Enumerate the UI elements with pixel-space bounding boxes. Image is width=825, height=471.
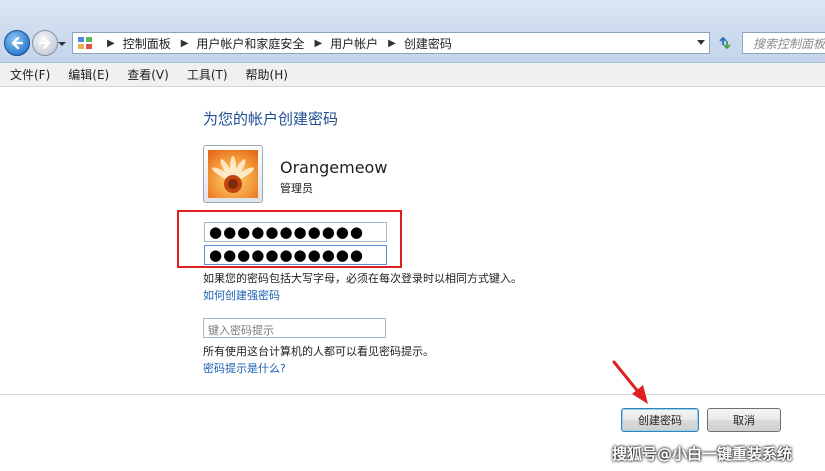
breadcrumb-separator[interactable]: ▶: [306, 38, 328, 49]
breadcrumb-separator[interactable]: ▶: [380, 38, 402, 49]
breadcrumb-user-accounts[interactable]: 用户帐户: [328, 35, 380, 52]
back-button[interactable]: [4, 30, 30, 56]
menu-edit[interactable]: 编辑(E): [58, 66, 117, 83]
breadcrumb-separator[interactable]: ▶: [173, 38, 195, 49]
divider: [0, 394, 825, 395]
search-input[interactable]: 搜索控制面板: [742, 32, 825, 54]
menu-bar: 文件(F) 编辑(E) 查看(V) 工具(T) 帮助(H): [0, 63, 825, 87]
control-panel-icon: [78, 37, 92, 49]
breadcrumb-user-accounts-family-safety[interactable]: 用户帐户和家庭安全: [194, 35, 306, 52]
address-dropdown-icon[interactable]: [697, 40, 705, 46]
breadcrumb-separator[interactable]: ▶: [99, 38, 121, 49]
menu-file[interactable]: 文件(F): [0, 66, 58, 83]
avatar: [203, 145, 263, 203]
create-password-button[interactable]: 创建密码: [621, 408, 699, 432]
case-sensitivity-note: 如果您的密码包括大写字母，必须在每次登录时以相同方式键入。: [203, 272, 522, 285]
refresh-button[interactable]: [712, 32, 738, 54]
password-hint-field[interactable]: 键入密码提示: [203, 318, 386, 338]
hint-visibility-note: 所有使用这台计算机的人都可以看见密码提示。: [203, 345, 434, 358]
password-hint-help-link[interactable]: 密码提示是什么?: [203, 360, 286, 376]
user-role: 管理员: [280, 182, 313, 195]
back-arrow-icon: [11, 36, 24, 50]
recent-pages-dropdown-icon[interactable]: [58, 40, 66, 48]
forward-arrow-icon: [38, 36, 51, 50]
menu-tools[interactable]: 工具(T): [177, 66, 236, 83]
forward-button[interactable]: [32, 30, 58, 56]
page-title: 为您的帐户创建密码: [203, 110, 339, 128]
new-password-field[interactable]: ●●●●●●●●●●●: [204, 222, 387, 242]
watermark: 搜狐号@小白一键重装系统: [612, 445, 793, 463]
confirm-password-field[interactable]: ●●●●●●●●●●●: [204, 245, 387, 265]
menu-help[interactable]: 帮助(H): [236, 66, 296, 83]
refresh-icon: [719, 36, 731, 50]
breadcrumb-control-panel[interactable]: 控制面板: [121, 35, 173, 52]
user-name: Orangemeow: [280, 158, 388, 177]
pointer-arrow-annotation-icon: [612, 360, 648, 404]
breadcrumb[interactable]: ▶ 控制面板 ▶ 用户帐户和家庭安全 ▶ 用户帐户 ▶ 创建密码: [72, 32, 710, 54]
flower-picture-icon: [208, 150, 258, 198]
cancel-button[interactable]: 取消: [707, 408, 781, 432]
menu-view[interactable]: 查看(V): [117, 66, 177, 83]
breadcrumb-create-password[interactable]: 创建密码: [402, 35, 454, 52]
address-bar: ▶ 控制面板 ▶ 用户帐户和家庭安全 ▶ 用户帐户 ▶ 创建密码 搜索控制面板: [0, 0, 825, 63]
strong-password-link[interactable]: 如何创建强密码: [203, 287, 280, 303]
